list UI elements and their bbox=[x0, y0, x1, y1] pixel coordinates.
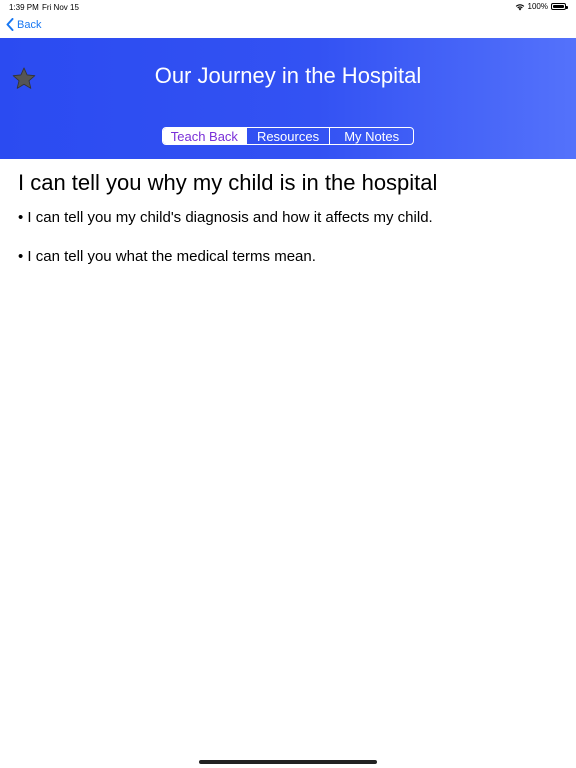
section-title: I can tell you why my child is in the ho… bbox=[18, 170, 438, 195]
back-button[interactable]: Back bbox=[6, 18, 41, 31]
nav-bar: Back bbox=[0, 14, 576, 38]
battery-icon bbox=[551, 3, 568, 10]
status-date: Fri Nov 15 bbox=[42, 3, 79, 12]
page-title: Our Journey in the Hospital bbox=[154, 63, 422, 88]
chevron-left-icon bbox=[6, 18, 14, 31]
segmented-control: Teach Back Resources My Notes bbox=[162, 127, 414, 145]
header: Our Journey in the Hospital Teach Back R… bbox=[0, 38, 576, 159]
wifi-icon bbox=[515, 3, 524, 10]
home-indicator bbox=[199, 760, 377, 764]
tab-teach-back[interactable]: Teach Back bbox=[163, 128, 247, 144]
status-indicators: 100% bbox=[515, 2, 568, 11]
list-item: • I can tell you what the medical terms … bbox=[18, 248, 316, 265]
status-time: 1:39 PM bbox=[9, 3, 39, 12]
content: I can tell you why my child is in the ho… bbox=[18, 170, 558, 287]
status-bar: 1:39 PM Fri Nov 15 100% bbox=[0, 0, 576, 14]
battery-percent: 100% bbox=[527, 2, 548, 11]
tab-resources[interactable]: Resources bbox=[247, 128, 331, 144]
list-item: • I can tell you my child's diagnosis an… bbox=[18, 209, 433, 226]
tab-my-notes[interactable]: My Notes bbox=[330, 128, 413, 144]
back-label: Back bbox=[17, 18, 42, 31]
